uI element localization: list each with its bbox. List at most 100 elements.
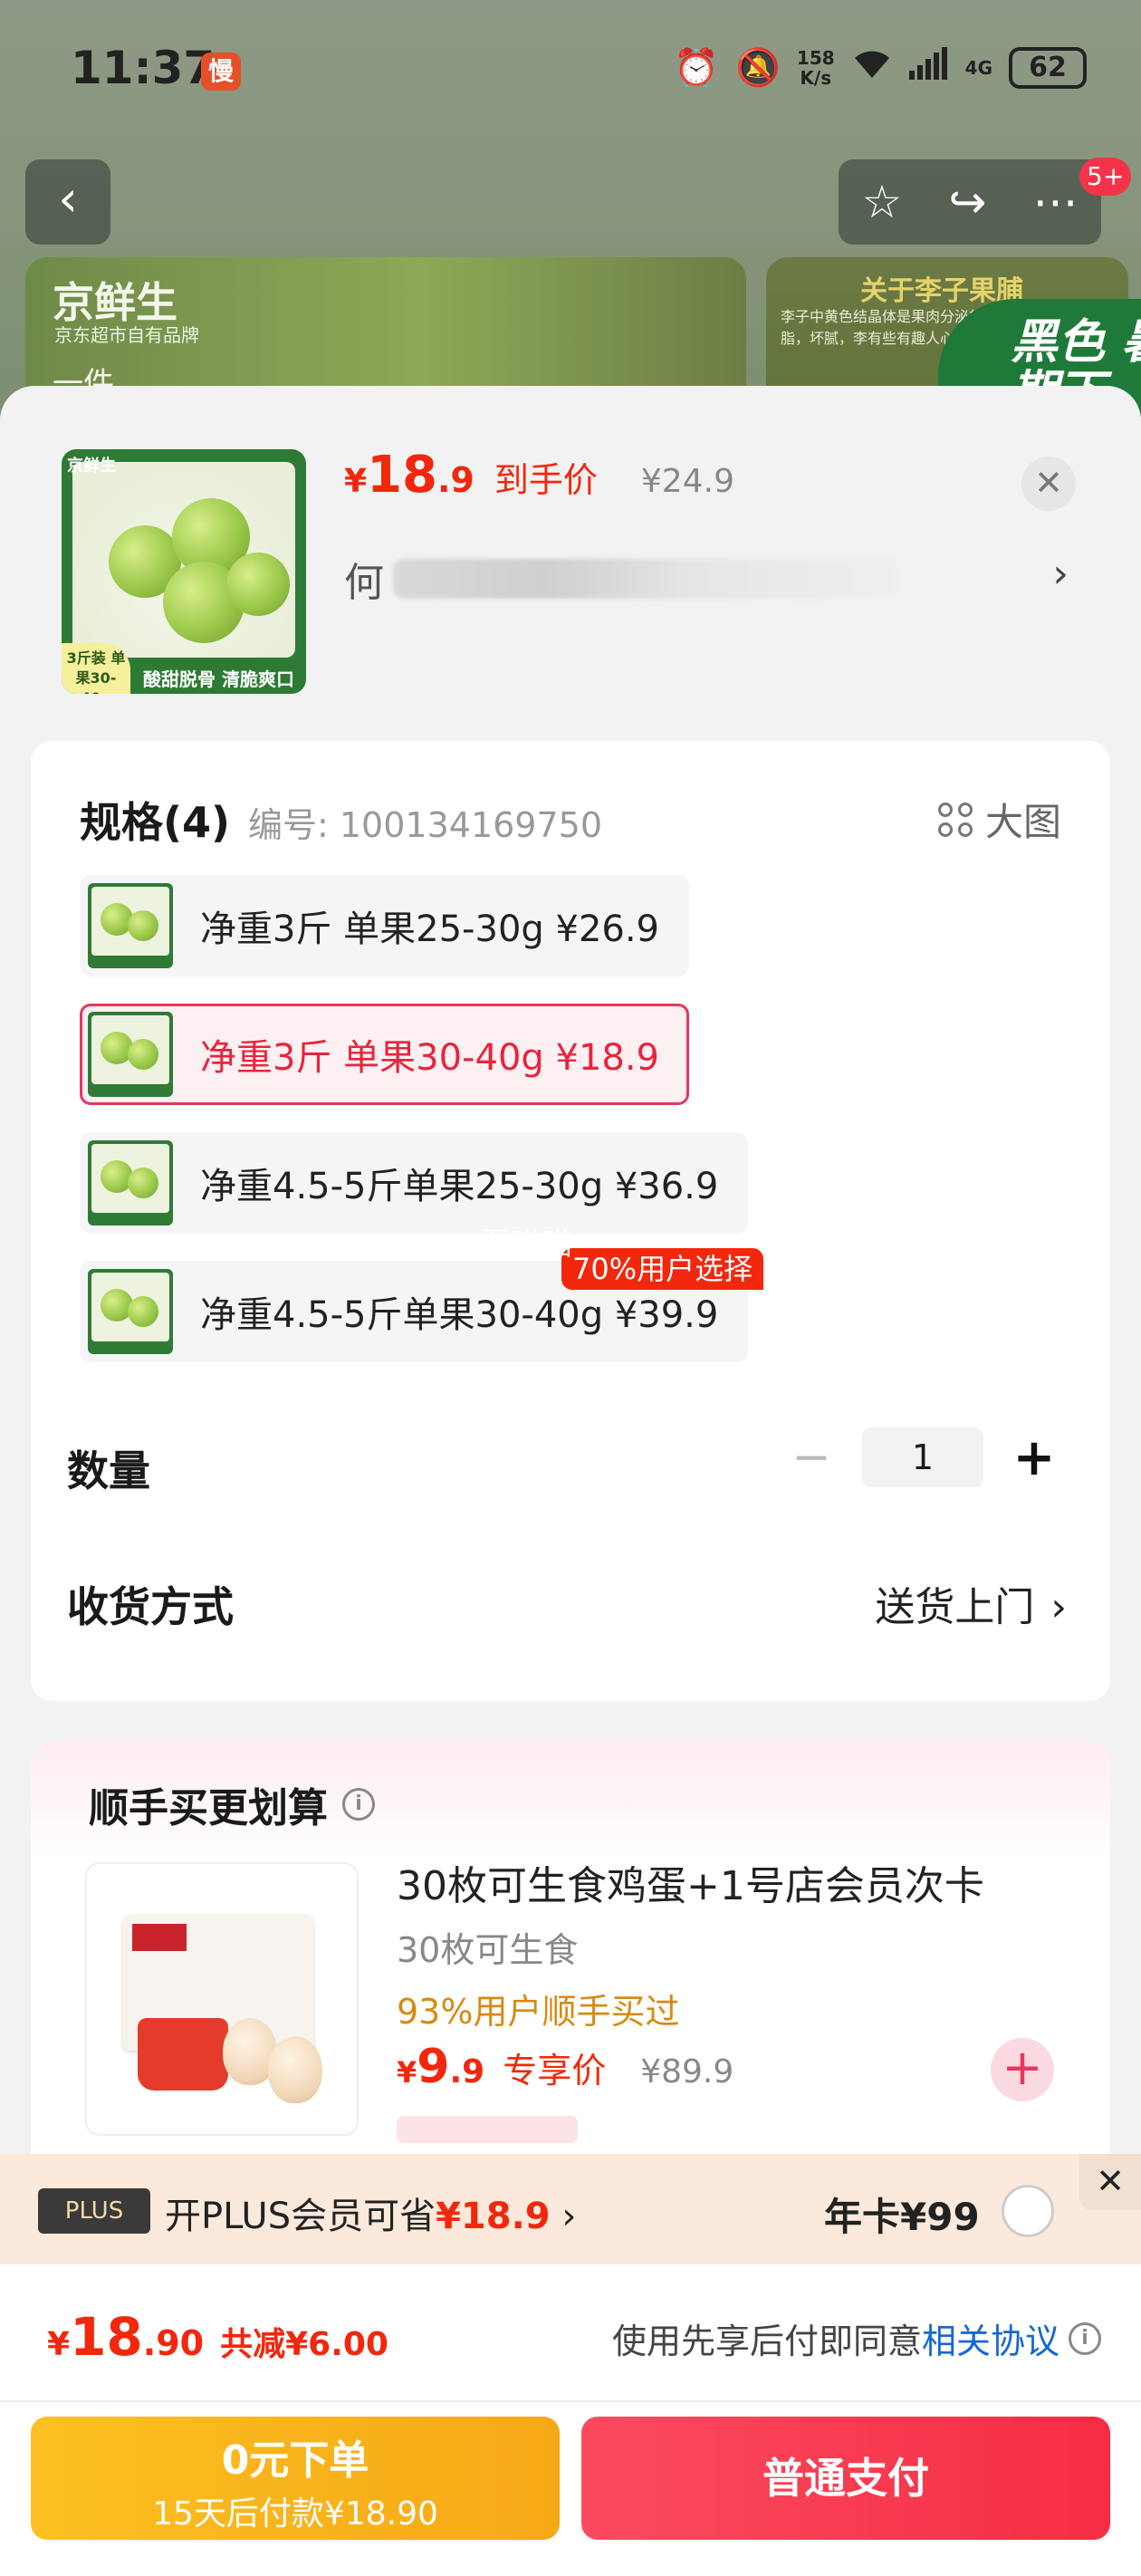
chevron-right-icon: › xyxy=(550,2196,577,2237)
addon-title-text: 顺手买更划算 xyxy=(89,1785,328,1831)
total-symbol: ¥ xyxy=(47,2326,71,2363)
addon-price-label: 专享价 xyxy=(503,2051,607,2091)
normal-pay-button[interactable]: 普通支付 xyxy=(581,2417,1110,2540)
banner-brand-sub: 京东超市自有品牌 xyxy=(54,324,199,346)
agreement-link[interactable]: 相关协议 xyxy=(922,2313,1060,2363)
fruit-image xyxy=(226,553,290,616)
spec-option-thumbnail xyxy=(88,1140,173,1226)
network-type: 4G xyxy=(964,57,992,79)
favorite-star-icon[interactable]: ☆ xyxy=(862,176,903,228)
spec-code: 编号: 100134169750 xyxy=(248,805,603,845)
plus-promo-text: 开PLUS会员可省¥18.9 › xyxy=(165,2187,576,2239)
plus-badge: PLUS xyxy=(38,2188,150,2234)
thumbnail-pack-label: 3斤装 单果30-40g xyxy=(62,643,130,694)
quantity-stepper: − 1 + xyxy=(784,1427,1061,1487)
message-count-badge: 5+ xyxy=(1079,158,1132,196)
price-integer: 18 xyxy=(367,446,437,505)
net-speed-unit: K/s xyxy=(800,67,832,89)
share-icon[interactable]: ↪ xyxy=(948,176,986,228)
signal-icon xyxy=(908,45,949,91)
addon-saving-peek xyxy=(397,2116,578,2143)
close-icon: ✕ xyxy=(1034,463,1063,503)
info-icon[interactable]: i xyxy=(342,1788,375,1821)
status-time: 11:37 xyxy=(71,42,216,94)
shipping-method-selector[interactable]: 送货上门 › xyxy=(875,1574,1067,1632)
grid-icon xyxy=(937,802,973,837)
chevron-right-icon: › xyxy=(1052,551,1069,597)
quantity-label: 数量 xyxy=(67,1447,150,1495)
addon-product-sub: 30枚可生食 xyxy=(397,1930,579,1970)
info-icon[interactable]: i xyxy=(1069,2321,1101,2355)
addon-add-button[interactable]: + xyxy=(991,2038,1054,2101)
total-integer: 18 xyxy=(70,2306,143,2368)
spec-option[interactable]: 净重4.5-5斤单果25-30g ¥36.9 xyxy=(80,1132,749,1234)
plus-membership-bar[interactable]: PLUS 开PLUS会员可省¥18.9 › 年卡¥99 ✕ xyxy=(0,2154,1141,2264)
popular-choice-badge: 70%用户选择 xyxy=(561,1248,764,1290)
status-icons: ⏰ 🔕 158 K/s 4G 62 xyxy=(674,45,1087,91)
total-reduction: 共减¥6.00 xyxy=(220,2326,388,2363)
thumbnail-slogan: 酸甜脱骨 清脆爽口 xyxy=(143,668,294,690)
plus-saving-amount: ¥18.9 xyxy=(436,2196,551,2237)
price-symbol: ¥ xyxy=(397,2055,417,2090)
product-thumbnail-image xyxy=(72,462,295,658)
slow-network-badge: 慢 xyxy=(201,53,241,91)
quantity-plus-button[interactable]: + xyxy=(1007,1428,1061,1487)
chevron-right-icon: › xyxy=(1050,1584,1067,1630)
big-image-label: 大图 xyxy=(984,800,1061,844)
addon-original-price: ¥89.9 xyxy=(640,2053,734,2091)
addon-product-image[interactable] xyxy=(85,1862,359,2136)
original-price: ¥24.9 xyxy=(640,463,734,500)
egg-basket-image xyxy=(138,2018,228,2091)
plus-select-radio[interactable] xyxy=(1002,2185,1054,2237)
addon-title: 顺手买更划算 i xyxy=(89,1775,375,1833)
chevron-left-icon: ‹ xyxy=(58,170,78,227)
purchase-sheet: 京鲜生 3斤装 单果30-40g 酸甜脱骨 清脆爽口 ¥18.9 到手价 ¥24… xyxy=(0,386,1141,2576)
quantity-minus-button[interactable]: − xyxy=(784,1430,839,1485)
wifi-icon xyxy=(851,45,893,91)
spec-option-thumbnail xyxy=(88,1012,173,1097)
egg-image xyxy=(268,2036,322,2103)
spec-option-label: 净重3斤 单果25-30g ¥26.9 xyxy=(200,908,660,950)
status-bar: 11:37 慢 ⏰ 🔕 158 K/s 4G 62 xyxy=(0,0,1141,145)
spec-option-selected[interactable]: 净重3斤 单果30-40g ¥18.9 xyxy=(80,1004,690,1105)
price-decimal: .9 xyxy=(437,460,475,500)
background-page: 11:37 慢 ⏰ 🔕 158 K/s 4G 62 ‹ ☆ ↪ ⋯ 5+ 京鲜生 xyxy=(0,0,1141,417)
quantity-input[interactable]: 1 xyxy=(862,1427,983,1487)
addon-buy-stat: 93%用户顺手买过 xyxy=(397,1992,680,2032)
addon-product-name[interactable]: 30枚可生食鸡蛋+1号店会员次卡 xyxy=(397,1853,984,1911)
close-button[interactable]: ✕ xyxy=(1021,457,1076,511)
bnpl-label: 0元下单 xyxy=(221,2437,369,2484)
total-price: ¥18.90 共减¥6.00 xyxy=(47,2306,388,2368)
price-integer: 9 xyxy=(417,2040,450,2094)
address-row[interactable]: 何 › xyxy=(344,547,1069,610)
spec-option[interactable]: 净重3斤 单果25-30g ¥26.9 xyxy=(80,875,690,976)
plus-promo-prefix: 开PLUS会员可省 xyxy=(165,2196,436,2237)
agreement-text: 使用先享后付即同意 xyxy=(611,2321,922,2361)
net-speed-value: 158 xyxy=(796,47,835,69)
price-symbol: ¥ xyxy=(344,463,368,500)
product-thumbnail[interactable]: 京鲜生 3斤装 单果30-40g 酸甜脱骨 清脆爽口 xyxy=(62,449,306,694)
back-button[interactable]: ‹ xyxy=(25,159,110,245)
spec-option-label: 净重4.5-5斤单果30-40g ¥39.9 xyxy=(200,1294,719,1336)
more-icon[interactable]: ⋯ xyxy=(1032,176,1078,228)
plus-icon: + xyxy=(1002,2039,1043,2096)
spec-option-label: 净重3斤 单果30-40g ¥18.9 xyxy=(200,1037,660,1079)
big-image-toggle[interactable]: 大图 xyxy=(937,792,1061,847)
footer-divider xyxy=(0,2400,1141,2402)
buy-now-pay-later-button[interactable]: 0元下单 15天后付款¥18.90 xyxy=(31,2417,560,2540)
battery-indicator: 62 xyxy=(1009,47,1087,89)
spec-title: 规格(4) xyxy=(80,798,231,847)
watermark: 吾喵喵 xyxy=(480,1226,572,1263)
product-header: 京鲜生 3斤装 单果30-40g 酸甜脱骨 清脆爽口 ¥18.9 到手价 ¥24… xyxy=(0,386,1141,730)
product-price: ¥18.9 到手价 ¥24.9 xyxy=(344,446,734,505)
close-icon: ✕ xyxy=(1096,2161,1125,2201)
net-speed: 158 K/s xyxy=(797,48,835,88)
plus-year-card-price: 年卡¥99 xyxy=(824,2195,980,2239)
spec-option-thumbnail xyxy=(88,883,173,968)
price-label: 到手价 xyxy=(494,460,598,500)
spec-option-thumbnail xyxy=(88,1269,173,1354)
plus-bar-close-button[interactable]: ✕ xyxy=(1079,2154,1141,2210)
bnpl-sublabel: 15天后付款¥18.90 xyxy=(152,2495,438,2533)
address-text: 何 xyxy=(344,560,384,606)
checkout-footer: ¥18.90 共减¥6.00 使用先享后付即同意 相关协议 i 0元下单 15天后… xyxy=(0,2264,1141,2576)
